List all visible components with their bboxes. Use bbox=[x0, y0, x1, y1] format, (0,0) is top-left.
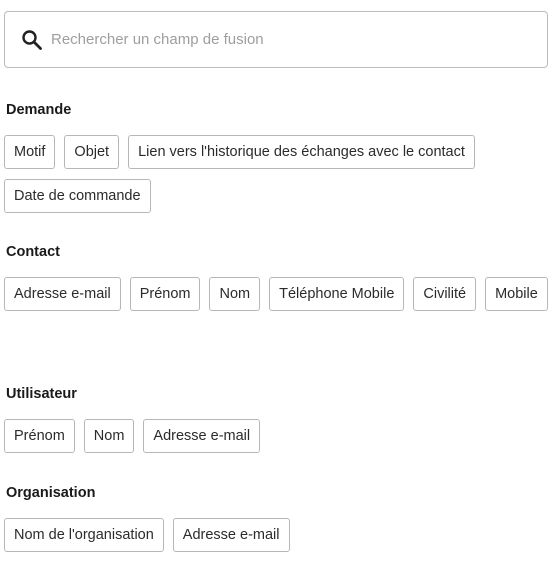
merge-field-chip[interactable]: Nom de l'organisation bbox=[4, 518, 164, 552]
merge-field-chip[interactable]: Adresse e-mail bbox=[172, 518, 290, 552]
search-box[interactable] bbox=[4, 11, 548, 68]
merge-field-chip[interactable]: Motif bbox=[4, 135, 56, 169]
merge-field-chip[interactable]: Nom bbox=[83, 419, 135, 453]
section-title: Contact bbox=[6, 244, 60, 260]
merge-field-chip[interactable]: Prénom bbox=[129, 277, 201, 311]
chip-group: Nom de l'organisation Adresse e-mail bbox=[4, 518, 552, 552]
merge-field-chip[interactable]: Téléphone Mobile bbox=[269, 277, 405, 311]
merge-field-chip[interactable]: Civilité bbox=[413, 277, 477, 311]
merge-field-chip[interactable]: Nom bbox=[209, 277, 261, 311]
search-icon bbox=[21, 29, 43, 51]
merge-field-chip[interactable]: Mobile bbox=[485, 277, 548, 311]
section-title: Demande bbox=[6, 102, 72, 118]
merge-field-chip[interactable]: Date de commande bbox=[4, 179, 151, 213]
section-title: Utilisateur bbox=[6, 386, 77, 402]
merge-field-chip[interactable]: Adresse e-mail bbox=[143, 419, 261, 453]
merge-field-chip[interactable]: Objet bbox=[64, 135, 120, 169]
merge-field-chip[interactable]: Prénom bbox=[4, 419, 75, 453]
section-title: Organisation bbox=[6, 485, 96, 501]
merge-field-chip[interactable]: Adresse e-mail bbox=[4, 277, 121, 311]
section-utilisateur: Utilisateur Prénom Nom Adresse e-mail bbox=[4, 385, 552, 453]
section-contact: Contact Adresse e-mail Prénom Nom Téléph… bbox=[4, 243, 552, 311]
search-input[interactable] bbox=[51, 31, 511, 48]
chip-group: Motif Objet Lien vers l'historique des é… bbox=[4, 135, 552, 213]
chip-group: Adresse e-mail Prénom Nom Téléphone Mobi… bbox=[4, 277, 552, 311]
section-demande: Demande Motif Objet Lien vers l'historiq… bbox=[4, 101, 552, 213]
merge-field-chip[interactable]: Lien vers l'historique des échanges avec… bbox=[128, 135, 475, 169]
chip-group: Prénom Nom Adresse e-mail bbox=[4, 419, 552, 453]
section-organisation: Organisation Nom de l'organisation Adres… bbox=[4, 484, 552, 552]
